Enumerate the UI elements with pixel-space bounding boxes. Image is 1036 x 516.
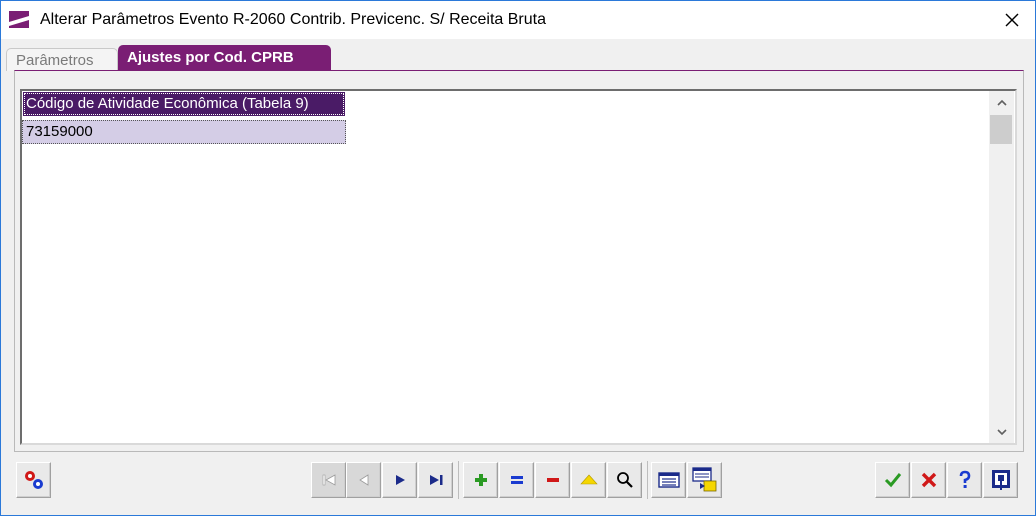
delete-icon [546,478,559,482]
cancel-edit-button[interactable] [571,462,606,498]
toolbar-separator [647,461,648,499]
export-grid-icon [691,467,716,492]
add-icon [474,474,487,486]
app-icon [9,11,29,28]
cancel-edit-icon [579,474,598,485]
help-icon [959,470,970,488]
settings-button[interactable] [16,462,51,498]
confirm-icon [884,473,901,488]
exit-icon [991,470,1010,490]
scroll-down-button[interactable] [989,421,1014,443]
scroll-up-button[interactable] [989,91,1014,113]
export-grid-button[interactable] [687,462,722,498]
next-record-button[interactable] [382,462,417,498]
toolbar-separator [458,461,459,499]
window-title: Alterar Parâmetros Evento R-2060 Contrib… [40,11,546,28]
first-record-button[interactable] [311,462,346,498]
column-header-codigo-atividade[interactable]: Código de Atividade Econômica (Tabela 9) [22,91,346,117]
tab-ajustes-cprb[interactable]: Ajustes por Cod. CPRB [118,45,331,71]
exit-button[interactable] [983,462,1018,498]
chevron-up-icon [996,99,1007,106]
help-button[interactable] [947,462,982,498]
grid-view-icon [657,472,680,488]
close-icon [1005,13,1019,27]
search-button[interactable] [607,462,642,498]
cancel-icon [921,472,936,488]
add-button[interactable] [463,462,498,498]
last-record-icon [429,475,442,485]
confirm-button[interactable] [875,462,910,498]
last-record-button[interactable] [418,462,453,498]
next-record-icon [395,475,405,485]
chevron-down-icon [996,428,1007,435]
edit-icon [510,476,523,484]
vertical-scrollbar[interactable] [989,91,1014,443]
tab-parametros[interactable]: Parâmetros [6,48,118,71]
grid-view-button[interactable] [651,462,686,498]
first-record-icon [322,474,335,486]
edit-button[interactable] [499,462,534,498]
table-row[interactable]: 73159000 [22,120,346,144]
previous-record-icon [358,474,368,486]
scroll-thumb[interactable] [990,115,1012,144]
settings-gears-icon [24,471,43,489]
cancel-button[interactable] [911,462,946,498]
close-button[interactable] [989,1,1035,39]
title-bar: Alterar Parâmetros Evento R-2060 Contrib… [1,1,1035,39]
previous-record-button[interactable] [346,462,381,498]
delete-button[interactable] [535,462,570,498]
search-icon [616,472,633,488]
